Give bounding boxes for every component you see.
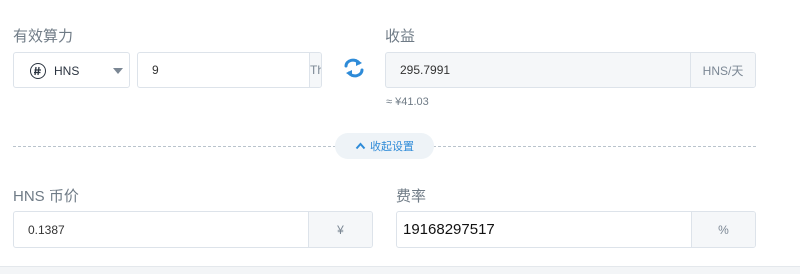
collapse-settings-label: 收起设置 <box>370 141 414 153</box>
fee-label: 费率 <box>396 188 427 205</box>
price-input-group: ¥ <box>13 211 373 248</box>
collapse-settings-button[interactable]: 收起设置 <box>335 133 434 159</box>
fee-unit: % <box>691 212 755 247</box>
revenue-output-group: 295.7991 HNS/天 <box>385 52 756 88</box>
handshake-coin-icon <box>30 63 46 79</box>
caret-down-icon <box>113 68 123 74</box>
revenue-label: 收益 <box>385 28 416 45</box>
bottom-panel-edge <box>0 266 800 274</box>
hashrate-unit: Thash/s <box>309 53 321 87</box>
price-label: HNS 币价 <box>13 188 79 205</box>
revenue-value: 295.7991 <box>400 63 451 77</box>
chevron-up-icon <box>355 142 366 150</box>
price-unit: ¥ <box>308 212 372 247</box>
coin-select-value: HNS <box>54 64 80 78</box>
swap-icon[interactable] <box>341 57 367 79</box>
coin-select[interactable]: HNS <box>13 52 130 88</box>
hashrate-input-group: Thash/s <box>137 52 322 88</box>
hashrate-label: 有效算力 <box>13 28 74 45</box>
revenue-unit: HNS/天 <box>690 53 755 87</box>
hashrate-input[interactable] <box>138 53 309 87</box>
fee-input[interactable] <box>397 212 691 247</box>
price-input[interactable] <box>14 212 308 247</box>
revenue-approx-cny: ≈ ¥41.03 <box>386 96 429 108</box>
fee-input-group: % <box>396 211 756 248</box>
